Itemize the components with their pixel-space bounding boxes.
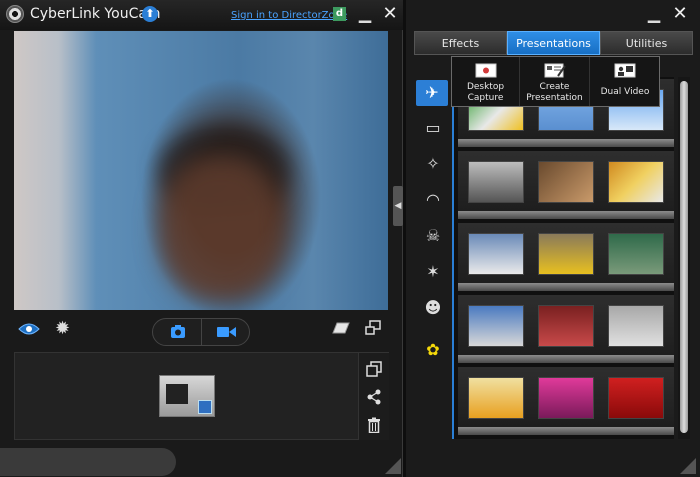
scenes-icon[interactable]: ▭ [421,117,445,139]
snapshot-button[interactable] [153,319,202,345]
tab-utilities[interactable]: Utilities [600,31,693,55]
record-video-button[interactable] [202,319,250,345]
effect-thumbnail[interactable] [538,233,594,275]
captured-thumbnail[interactable] [159,375,215,417]
effects-category-sidebar: ✈ ▭ ✧ ◠ ☠ ✶ ☻ ✿ [414,77,452,439]
gallery-scrollbar[interactable] [678,77,690,439]
dual-video-menu-item[interactable]: Dual Video [590,57,660,106]
video-badge-icon [198,400,212,414]
minimize-button[interactable]: ▁ [356,4,374,24]
eraser-icon[interactable] [332,322,350,334]
effect-thumbnail[interactable] [468,233,524,275]
effect-thumbnail[interactable] [538,305,594,347]
youcam-logo-icon [6,5,24,23]
close-button[interactable]: ✕ [380,3,400,25]
avatar-icon[interactable]: ☠ [421,225,445,247]
menu-item-label: Desktop [466,82,505,92]
directorzone-icon[interactable]: d [333,7,346,21]
sign-in-directorzone-link[interactable]: Sign in to DirectorZone [231,10,347,21]
effect-thumbnail[interactable] [608,233,664,275]
share-icon[interactable] [366,389,382,405]
magic-wand-icon[interactable]: ✧ [421,153,445,175]
gallery-shelf [458,223,674,283]
effects-gallery [452,77,674,439]
presentations-menu: Desktop Capture Create Presentation Dual… [451,56,660,107]
capture-mode-group [152,318,250,346]
fullscreen-icon[interactable] [365,320,381,336]
update-icon[interactable]: ⬆ [142,6,158,22]
open-folder-icon[interactable] [366,361,382,377]
effect-thumbnail[interactable] [608,161,664,203]
youcam-main-window: CyberLink YouCam ⬆ Sign in to DirectorZo… [0,0,403,477]
gallery-shelf [458,151,674,211]
dual-video-icon [614,63,636,78]
frames-icon[interactable]: ✈ [416,80,448,106]
menu-item-label: Dual Video [600,87,650,97]
gadget-icon[interactable]: ✿ [421,339,445,361]
settings-gear-icon[interactable]: ✹ [55,320,73,338]
thumbnail-image [166,384,188,404]
smiley-icon[interactable]: ☻ [421,297,445,319]
camera-icon [171,325,185,338]
app-root: CyberLink YouCam ⬆ Sign in to DirectorZo… [0,0,700,477]
shelf-edge [458,283,674,291]
panel-close-button[interactable]: ✕ [670,3,690,25]
status-bar [0,448,176,476]
preview-blur-face [159,156,284,301]
create-presentation-icon [544,63,566,78]
effect-thumbnail[interactable] [608,305,664,347]
panel-collapse-handle[interactable]: ◀ [393,186,403,226]
shelf-edge [458,211,674,219]
title-bar[interactable]: CyberLink YouCam ⬆ Sign in to DirectorZo… [0,0,403,30]
menu-item-label: Presentation [526,93,583,103]
face-tracking-icon[interactable] [18,322,40,336]
scrollbar-thumb[interactable] [680,81,688,433]
menu-item-label: Create [539,82,570,92]
effect-thumbnail[interactable] [538,161,594,203]
shelf-edge [458,427,674,435]
panel-resize-grip-icon[interactable] [680,458,696,474]
video-camera-icon [217,327,236,337]
captured-media-tray [14,352,359,440]
desktop-capture-menu-item[interactable]: Desktop Capture [452,57,520,106]
shelf-edge [458,139,674,147]
panel-tabs: Effects Presentations Utilities [414,31,693,55]
effect-thumbnail[interactable] [468,377,524,419]
effect-thumbnail[interactable] [468,305,524,347]
mask-icon[interactable]: ◠ [421,189,445,211]
tab-presentations[interactable]: Presentations [507,31,600,55]
effect-thumbnail[interactable] [468,161,524,203]
effect-thumbnail[interactable] [608,377,664,419]
shelf-edge [458,355,674,363]
emotion-icon[interactable]: ✶ [421,261,445,283]
panel-minimize-button[interactable]: ▁ [645,4,663,24]
effect-thumbnail[interactable] [538,377,594,419]
app-title: CyberLink YouCam [30,6,161,22]
webcam-preview [14,31,388,310]
tab-effects[interactable]: Effects [414,31,507,55]
gallery-shelf [458,295,674,355]
desktop-capture-icon [475,63,496,78]
trash-icon[interactable] [366,417,382,433]
tray-toolbar [359,352,389,440]
gallery-shelf [458,367,674,427]
menu-item-label: Capture [467,93,504,103]
create-presentation-menu-item[interactable]: Create Presentation [520,57,590,106]
resize-grip-icon[interactable] [385,458,401,474]
